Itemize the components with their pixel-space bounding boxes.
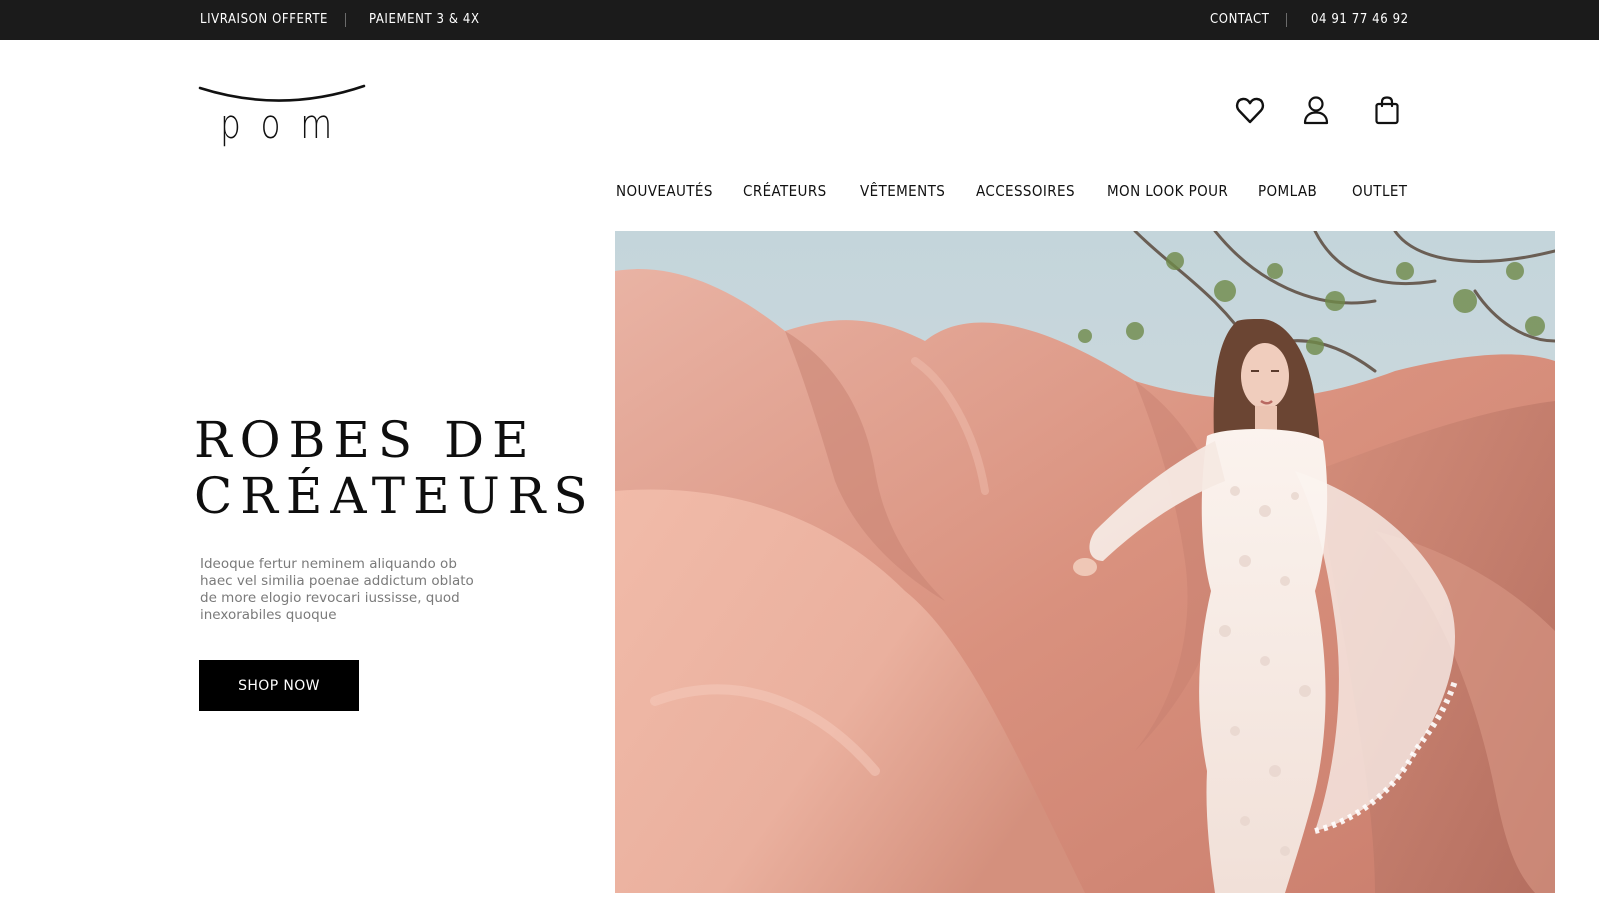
nav-item-nouveautes[interactable]: NOUVEAUTÉS — [616, 176, 713, 206]
nav-item-mon-look-pour[interactable]: MON LOOK POUR — [1107, 176, 1228, 206]
nav-item-accessoires[interactable]: ACCESSOIRES — [976, 176, 1075, 206]
phone-number[interactable]: 04 91 77 46 92 — [1311, 0, 1409, 40]
hero-title-line-1: ROBES DE — [194, 411, 537, 469]
pom-logo[interactable]: pom — [198, 84, 366, 154]
nav-item-pomlab[interactable]: POMLAB — [1258, 176, 1317, 206]
fashion-photo-illustration — [615, 231, 1555, 893]
logo-text: pom — [220, 102, 352, 148]
hero-image — [615, 231, 1555, 893]
wishlist-button[interactable] — [1234, 94, 1266, 126]
nav-item-vetements[interactable]: VÊTEMENTS — [860, 176, 945, 206]
hero-title-line-2: CRÉATEURS — [194, 467, 596, 525]
payment-options-text: PAIEMENT 3 & 4X — [369, 12, 480, 27]
shopping-bag-icon — [1375, 96, 1399, 125]
divider — [1286, 13, 1287, 27]
account-button[interactable] — [1300, 94, 1332, 126]
user-icon — [1303, 96, 1329, 125]
top-announcement-bar: LIVRAISON OFFERTE PAIEMENT 3 & 4X CONTAC… — [0, 0, 1599, 40]
nav-item-createurs[interactable]: CRÉATEURS — [743, 176, 827, 206]
contact-link[interactable]: CONTACT — [1210, 0, 1270, 40]
shop-now-button[interactable]: SHOP NOW — [199, 660, 359, 711]
heart-icon — [1235, 97, 1265, 124]
divider — [345, 13, 346, 27]
hero-title: ROBES DE CRÉATEURS — [194, 411, 596, 525]
free-delivery-text: LIVRAISON OFFERTE — [200, 12, 329, 27]
cart-button[interactable] — [1371, 94, 1403, 126]
hero-description: Ideoque fertur neminem aliquando ob haec… — [200, 556, 474, 623]
nav-item-outlet[interactable]: OUTLET — [1352, 176, 1407, 206]
